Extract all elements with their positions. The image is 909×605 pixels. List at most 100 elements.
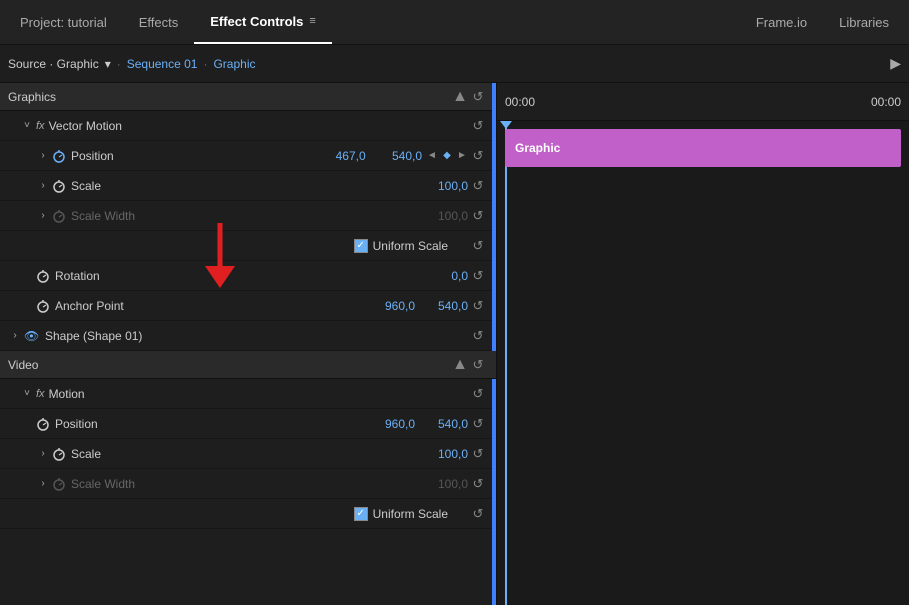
source-separator: · [117, 57, 121, 71]
play-button[interactable]: ▶ [890, 55, 901, 72]
scale-width-stopwatch-icon [52, 209, 66, 223]
uniform-scale-reset[interactable]: ↺ [468, 238, 488, 254]
vector-motion-label: Vector Motion [49, 119, 468, 133]
motion-reset[interactable]: ↺ [468, 386, 488, 402]
keyframe-btn[interactable]: ◆ [441, 150, 453, 161]
vector-motion-row: ˅ fx Vector Motion ↺ [0, 111, 496, 141]
vid-position-stopwatch-icon[interactable] [36, 417, 50, 431]
rotation-value[interactable]: 0,0 [423, 269, 468, 283]
position-expand[interactable]: › [36, 149, 50, 163]
right-panel: 00:00 00:00 Graphic [497, 83, 909, 605]
tab-project[interactable]: Project: tutorial [4, 0, 123, 44]
vid-position-reset[interactable]: ↺ [468, 416, 488, 432]
tab-effects[interactable]: Effects [123, 0, 195, 44]
video-uniform-scale-checkbox-group: ✓ Uniform Scale [354, 507, 448, 521]
scale-value[interactable]: 100,0 [423, 179, 468, 193]
video-scale-row: › Scale 100,0 ↺ [0, 439, 496, 469]
tab-menu-icon[interactable]: ≡ [309, 15, 315, 27]
timecode-start: 00:00 [505, 95, 535, 109]
next-keyframe-btn[interactable]: ► [456, 150, 468, 161]
graphics-label: Graphics [8, 90, 56, 104]
shape-row: › 👁 Shape (Shape 01) ↺ [0, 321, 496, 351]
graphic-clip[interactable]: Graphic [505, 129, 901, 167]
shape-label: Shape (Shape 01) [45, 329, 468, 343]
vid-scale-width-expand[interactable]: › [36, 477, 50, 491]
scale-width-reset[interactable]: ↺ [468, 208, 488, 224]
vid-position-label: Position [55, 417, 370, 431]
graphics-scroll-up[interactable]: ▲ [452, 88, 468, 106]
position-value-x[interactable]: 467,0 [321, 149, 366, 163]
position-stopwatch-icon[interactable] [52, 149, 66, 163]
video-uniform-scale-reset[interactable]: ↺ [468, 506, 488, 522]
timecode-end: 00:00 [871, 95, 901, 109]
scale-row: › Scale 100,0 ↺ [0, 171, 496, 201]
source-dropdown[interactable]: ▾ [105, 57, 111, 71]
vid-scale-label: Scale [71, 447, 423, 461]
timeline-header: 00:00 00:00 [497, 83, 909, 121]
prev-keyframe-btn[interactable]: ◄ [426, 150, 438, 161]
anchor-point-label: Anchor Point [55, 299, 370, 313]
left-panel: Graphics ▲ ↺ ˅ fx Vector Motion ↺ › Posi… [0, 83, 497, 605]
position-value-y[interactable]: 540,0 [377, 149, 422, 163]
rotation-row: Rotation 0,0 ↺ [0, 261, 496, 291]
anchor-point-x[interactable]: 960,0 [370, 299, 415, 313]
tab-bar: Project: tutorial Effects Effect Control… [0, 0, 909, 45]
video-reset[interactable]: ↺ [468, 357, 488, 373]
clip-link[interactable]: Graphic [213, 57, 255, 71]
vector-motion-reset[interactable]: ↺ [468, 118, 488, 134]
video-uniform-scale-label: Uniform Scale [373, 507, 448, 521]
tab-effect-controls[interactable]: Effect Controls ≡ [194, 0, 332, 44]
tab-frameio[interactable]: Frame.io [740, 0, 823, 44]
source-bar: Source · Graphic ▾ · Sequence 01 · Graph… [0, 45, 909, 83]
vid-scale-width-label: Scale Width [71, 477, 423, 491]
scale-reset[interactable]: ↺ [468, 178, 488, 194]
shape-reset[interactable]: ↺ [468, 328, 488, 344]
rotation-stopwatch-icon[interactable] [36, 269, 50, 283]
anchor-point-y[interactable]: 540,0 [423, 299, 468, 313]
scale-stopwatch-icon[interactable] [52, 179, 66, 193]
video-label: Video [8, 358, 38, 372]
vid-scale-width-reset[interactable]: ↺ [468, 476, 488, 492]
position-controls: ◄ ◆ ► [426, 150, 468, 161]
vid-scale-reset[interactable]: ↺ [468, 446, 488, 462]
scale-label: Scale [71, 179, 423, 193]
vid-position-y[interactable]: 540,0 [423, 417, 468, 431]
blue-bracket [492, 83, 496, 605]
fx-badge: fx [36, 120, 45, 132]
video-scale-width-row: › Scale Width 100,0 ↺ [0, 469, 496, 499]
position-label: Position [71, 149, 321, 163]
vid-position-x[interactable]: 960,0 [370, 417, 415, 431]
graphic-clip-label: Graphic [515, 141, 560, 155]
shape-visibility-icon[interactable]: 👁 [24, 329, 40, 343]
scale-width-expand[interactable]: › [36, 209, 50, 223]
motion-label: Motion [49, 387, 468, 401]
motion-expand[interactable]: ˅ [20, 387, 34, 401]
scale-width-label: Scale Width [71, 209, 423, 223]
rotation-label: Rotation [55, 269, 423, 283]
motion-row: ˅ fx Motion ↺ [0, 379, 496, 409]
vid-scale-expand[interactable]: › [36, 447, 50, 461]
anchor-stopwatch-icon[interactable] [36, 299, 50, 313]
anchor-point-reset[interactable]: ↺ [468, 298, 488, 314]
video-uniform-scale-row: ✓ Uniform Scale ↺ [0, 499, 496, 529]
sequence-link[interactable]: Sequence 01 [127, 57, 198, 71]
shape-expand[interactable]: › [8, 329, 22, 343]
video-scroll-up[interactable]: ▲ [452, 356, 468, 374]
source-label: Source · Graphic [8, 57, 99, 71]
vid-scale-value[interactable]: 100,0 [423, 447, 468, 461]
vector-motion-expand[interactable]: ˅ [20, 119, 34, 133]
position-reset[interactable]: ↺ [468, 148, 488, 164]
video-uniform-scale-checkbox[interactable]: ✓ [354, 507, 368, 521]
vid-scale-width-stopwatch-icon [52, 477, 66, 491]
vid-scale-width-value: 100,0 [423, 477, 468, 491]
graphics-reset[interactable]: ↺ [468, 89, 488, 105]
scale-expand[interactable]: › [36, 179, 50, 193]
video-position-row: Position 960,0 540,0 ↺ [0, 409, 496, 439]
timeline-area[interactable]: Graphic [497, 121, 909, 605]
video-fx-badge: fx [36, 388, 45, 400]
uniform-scale-row: ✓ Uniform Scale ↺ [0, 231, 496, 261]
uniform-scale-checkbox[interactable]: ✓ [354, 239, 368, 253]
rotation-reset[interactable]: ↺ [468, 268, 488, 284]
vid-scale-stopwatch-icon[interactable] [52, 447, 66, 461]
tab-libraries[interactable]: Libraries [823, 0, 905, 44]
